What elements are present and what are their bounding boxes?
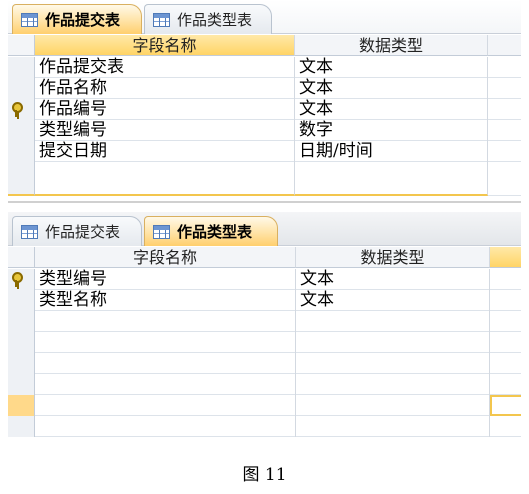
data-type-cell[interactable]: [296, 353, 490, 374]
field-name-cell[interactable]: 提交日期: [35, 141, 295, 162]
table-design-window-submissions: 作品提交表 作品类型表 字段名称 数据类型 作品提交表 文本 作品名称 文本 作…: [8, 0, 521, 203]
field-name-cell[interactable]: [35, 162, 295, 196]
column-header-field-name[interactable]: 字段名称: [35, 247, 296, 268]
empty-row[interactable]: [8, 311, 521, 332]
data-type-cell[interactable]: 文本: [296, 269, 490, 290]
table-row[interactable]: 类型名称 文本: [8, 290, 521, 311]
empty-row[interactable]: [8, 332, 521, 353]
field-name-cell[interactable]: [35, 332, 296, 353]
tab-submission-table[interactable]: 作品提交表: [12, 4, 142, 34]
data-type-cell[interactable]: 文本: [295, 78, 488, 99]
tab-label: 作品提交表: [45, 11, 121, 29]
table-design-window-types: 作品提交表 作品类型表 字段名称 数据类型 类型编号 文本 类型名称 文本: [8, 212, 521, 442]
primary-key-icon: [11, 102, 23, 117]
current-row-selector[interactable]: [8, 395, 35, 416]
field-name-cell[interactable]: [35, 311, 296, 332]
table-row[interactable]: 作品提交表 文本: [8, 57, 521, 78]
figure-caption: 图 11: [242, 465, 287, 485]
row-selector[interactable]: [8, 374, 35, 395]
select-all-corner[interactable]: [8, 35, 35, 56]
tab-bar: 作品提交表 作品类型表: [8, 0, 521, 34]
select-all-corner[interactable]: [8, 247, 35, 268]
data-type-cell[interactable]: [296, 416, 490, 437]
data-type-cell[interactable]: [296, 311, 490, 332]
tab-bar: 作品提交表 作品类型表: [8, 212, 521, 246]
row-selector[interactable]: [8, 332, 35, 353]
table-row[interactable]: 作品编号 文本: [8, 99, 521, 120]
row-selector[interactable]: [8, 141, 35, 162]
data-type-cell[interactable]: 文本: [296, 290, 490, 311]
field-name-cell[interactable]: [35, 416, 296, 437]
column-header-blank: [490, 247, 521, 268]
grid-header: 字段名称 数据类型: [8, 35, 521, 56]
row-selector[interactable]: [8, 162, 35, 196]
field-name-cell[interactable]: 作品提交表: [35, 57, 295, 78]
data-type-cell[interactable]: 文本: [295, 57, 488, 78]
row-selector[interactable]: [8, 416, 35, 437]
table-icon: [153, 224, 170, 239]
data-type-cell[interactable]: [296, 374, 490, 395]
data-type-cell[interactable]: 日期/时间: [295, 141, 488, 162]
field-name-cell[interactable]: 作品名称: [35, 78, 295, 99]
field-name-cell[interactable]: 类型名称: [35, 290, 296, 311]
data-type-cell[interactable]: 文本: [295, 99, 488, 120]
table-icon: [153, 12, 170, 27]
field-name-cell[interactable]: 类型编号: [35, 269, 296, 290]
row-selector[interactable]: [8, 353, 35, 374]
row-selector[interactable]: [8, 57, 35, 78]
new-row[interactable]: [8, 162, 521, 196]
empty-row[interactable]: [8, 374, 521, 395]
table-icon: [21, 224, 38, 239]
data-type-cell[interactable]: [296, 332, 490, 353]
column-header-data-type[interactable]: 数据类型: [296, 247, 490, 268]
row-selector[interactable]: [8, 269, 35, 290]
tab-label: 作品类型表: [177, 223, 253, 241]
table-row[interactable]: 类型编号 数字: [8, 120, 521, 141]
table-row[interactable]: 作品名称 文本: [8, 78, 521, 99]
field-name-cell[interactable]: [35, 353, 296, 374]
field-name-cell[interactable]: 类型编号: [35, 120, 295, 141]
table-row[interactable]: 提交日期 日期/时间: [8, 141, 521, 162]
table-icon: [21, 12, 38, 27]
row-selector[interactable]: [8, 99, 35, 120]
tab-type-table[interactable]: 作品类型表: [144, 216, 278, 246]
empty-row[interactable]: [8, 353, 521, 374]
data-type-cell[interactable]: 数字: [295, 120, 488, 141]
tab-label: 作品类型表: [177, 11, 253, 29]
table-row[interactable]: 类型编号 文本: [8, 269, 521, 290]
selected-cell[interactable]: [490, 395, 521, 416]
tab-label: 作品提交表: [45, 223, 121, 241]
grid-header: 字段名称 数据类型: [8, 247, 521, 268]
tab-type-table[interactable]: 作品类型表: [144, 4, 272, 34]
row-selector[interactable]: [8, 78, 35, 99]
field-name-cell[interactable]: 作品编号: [35, 99, 295, 120]
data-type-cell[interactable]: [295, 162, 488, 196]
column-header-data-type[interactable]: 数据类型: [295, 35, 488, 56]
tab-submission-table[interactable]: 作品提交表: [12, 216, 142, 246]
data-type-cell[interactable]: [296, 395, 490, 416]
row-selector[interactable]: [8, 120, 35, 141]
field-name-cell[interactable]: [35, 374, 296, 395]
empty-row[interactable]: [8, 416, 521, 437]
primary-key-icon: [11, 272, 23, 287]
column-header-field-name[interactable]: 字段名称: [35, 35, 295, 56]
field-name-cell[interactable]: [35, 395, 296, 416]
row-selector[interactable]: [8, 290, 35, 311]
column-header-blank: [488, 35, 521, 56]
empty-row[interactable]: [8, 395, 521, 416]
row-selector[interactable]: [8, 311, 35, 332]
